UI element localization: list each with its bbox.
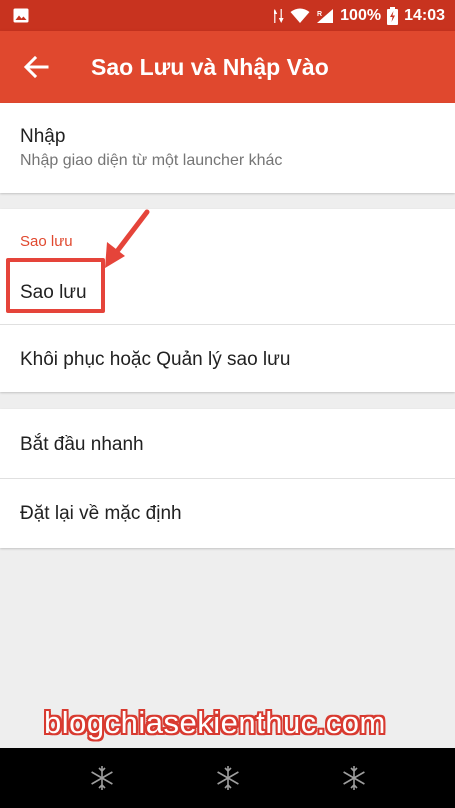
battery-charging-icon: [387, 6, 399, 25]
restore-manage-item[interactable]: Khôi phục hoặc Quản lý sao lưu: [0, 325, 455, 392]
watermark: blogchiasekienthuc.com: [44, 705, 386, 740]
reset-default-item[interactable]: Đặt lại về mặc định: [0, 479, 455, 548]
wifi-icon: [290, 8, 310, 23]
snowflake-home-icon[interactable]: [214, 764, 242, 792]
import-subtitle: Nhập giao diện từ một launcher khác: [20, 152, 283, 169]
restore-manage-label: Khôi phục hoặc Quản lý sao lưu: [20, 349, 291, 370]
page-title: Sao Lưu và Nhập Vào: [91, 54, 329, 80]
reset-default-label: Đặt lại về mặc định: [20, 503, 182, 524]
annotation-arrow-icon: [105, 209, 150, 268]
quick-start-label: Bắt đầu nhanh: [20, 434, 144, 455]
battery-percent: 100%: [340, 6, 382, 24]
snowflake-back-icon[interactable]: [88, 764, 116, 792]
data-transfer-icon: [274, 8, 284, 23]
import-item[interactable]: Nhập Nhập giao diện từ một launcher khác: [0, 103, 455, 193]
status-icons: R 100% 14:03: [274, 0, 445, 31]
clock: 14:03: [404, 6, 445, 24]
svg-text:R: R: [317, 11, 322, 18]
app-bar: Sao Lưu và Nhập Vào: [0, 31, 455, 103]
snowflake-recents-icon[interactable]: [340, 764, 368, 792]
import-card: Nhập Nhập giao diện từ một launcher khác: [0, 103, 455, 193]
gallery-notification-icon: [13, 8, 29, 23]
navigation-bar: [0, 748, 455, 808]
import-title: Nhập: [20, 126, 66, 147]
misc-card: Bắt đầu nhanh Đặt lại về mặc định: [0, 409, 455, 548]
backup-section-header: Sao lưu: [20, 233, 73, 250]
back-arrow-icon[interactable]: [23, 55, 49, 79]
quick-start-item[interactable]: Bắt đầu nhanh: [0, 409, 455, 478]
highlight-box: [6, 258, 105, 313]
status-bar: R 100% 14:03: [0, 0, 455, 31]
signal-icon: R: [317, 8, 334, 23]
